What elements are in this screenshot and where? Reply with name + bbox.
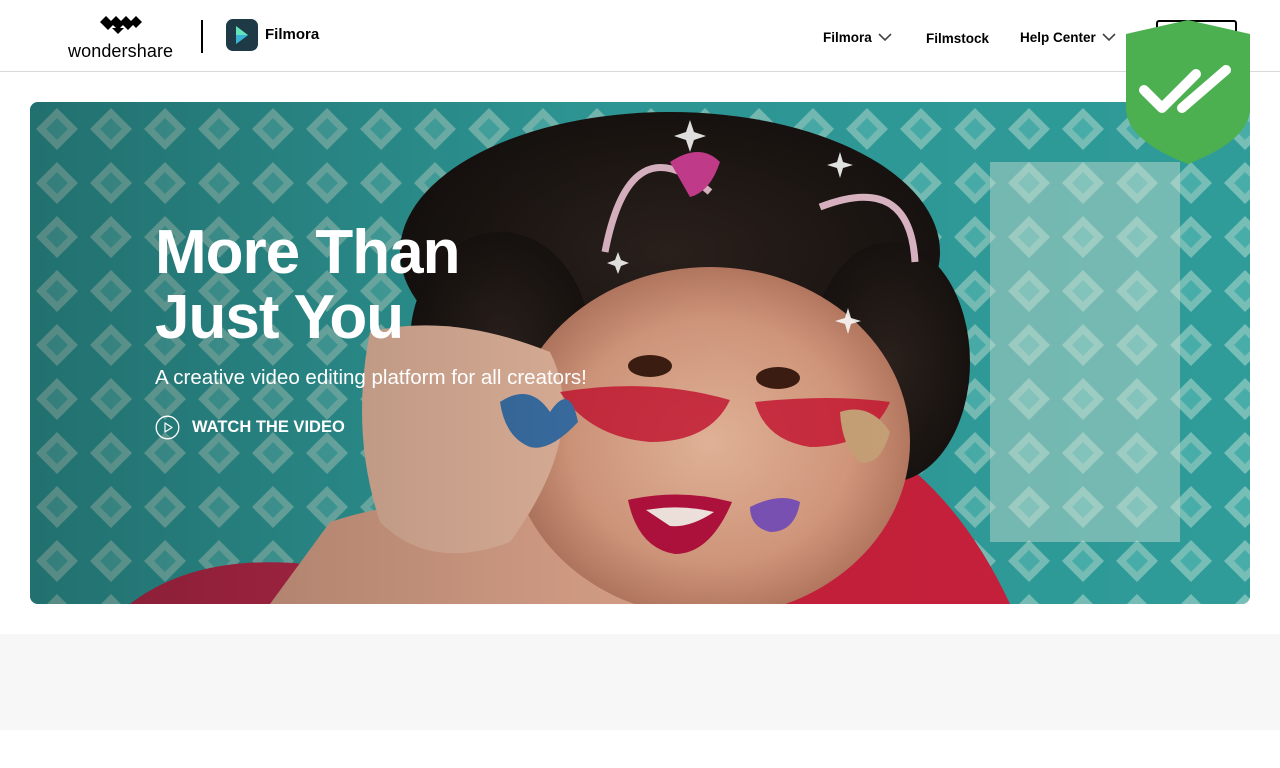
hero-subtitle: A creative video editing platform for al…: [155, 366, 587, 389]
content-band: [0, 634, 1280, 730]
filmora-app-icon: [226, 19, 258, 51]
site-header: wondershare Filmora Filmora Filmstock He…: [0, 0, 1280, 72]
hero-banner[interactable]: More Than Just You A creative video edit…: [30, 102, 1250, 604]
wondershare-mark-icon: [100, 16, 142, 34]
hero-title-line-2: Just You: [155, 283, 404, 352]
wondershare-wordmark: wondershare: [68, 41, 174, 61]
watch-video-label: WATCH THE VIDEO: [192, 417, 345, 436]
logo-divider: [201, 20, 203, 53]
nav-help-center[interactable]: Help Center: [1020, 28, 1116, 46]
nav-help-center-label: Help Center: [1020, 29, 1096, 45]
hero-title-line-1: More Than: [155, 218, 460, 287]
play-circle-icon: [155, 415, 180, 439]
filmora-wordmark: Filmora: [265, 26, 320, 43]
nav-filmstock-label: Filmstock: [926, 30, 990, 46]
watch-video-button[interactable]: WATCH THE VIDEO: [155, 414, 345, 440]
chevron-down-icon: [1102, 33, 1116, 42]
nav-filmora[interactable]: Filmora: [823, 28, 892, 46]
nav-filmstock[interactable]: Filmstock: [926, 29, 989, 47]
shield-double-check-icon: [1126, 20, 1250, 164]
hero-title: More Than Just You: [155, 218, 460, 352]
nav-filmora-label: Filmora: [823, 29, 872, 45]
hero-background-image: [30, 102, 1250, 604]
chevron-down-icon: [878, 33, 892, 42]
filmora-logo[interactable]: Filmora: [226, 19, 336, 53]
wondershare-logo[interactable]: wondershare: [68, 16, 178, 62]
